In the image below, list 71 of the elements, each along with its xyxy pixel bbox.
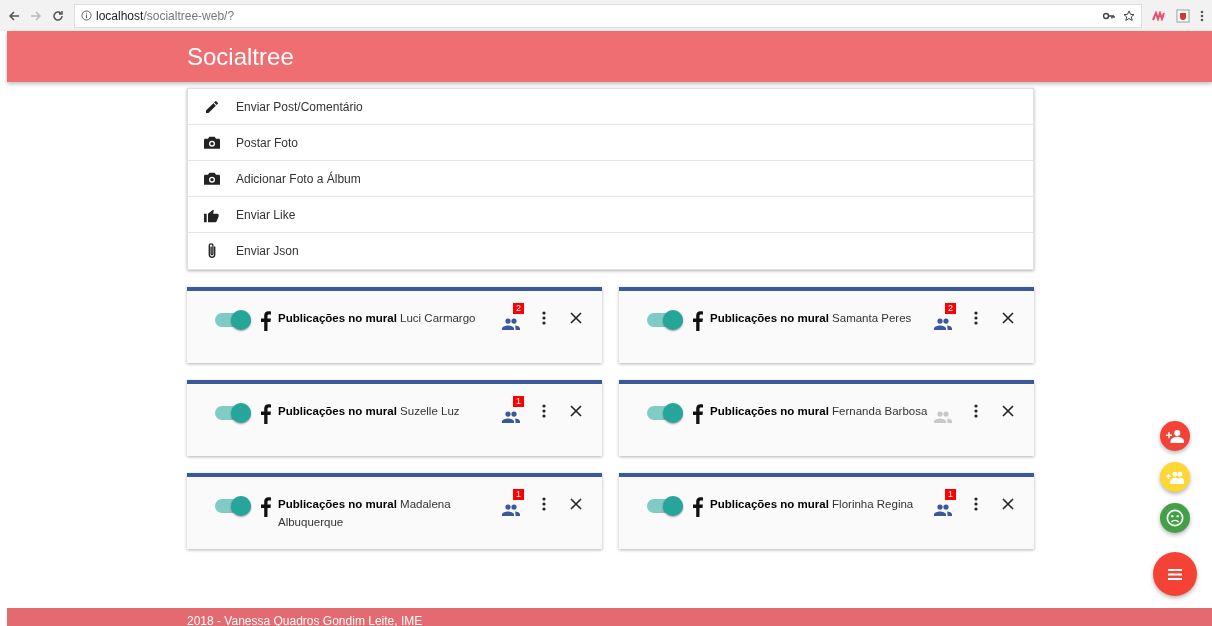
- facebook-icon: [261, 404, 271, 424]
- star-icon[interactable]: [1123, 9, 1135, 22]
- info-icon: [81, 10, 92, 21]
- address-bar[interactable]: localhost/socialtree-web/?: [74, 3, 1142, 28]
- facebook-icon: [261, 497, 271, 517]
- action-item[interactable]: Enviar Post/Comentário: [188, 89, 1033, 125]
- facebook-icon: [693, 497, 703, 517]
- action-item[interactable]: Postar Foto: [188, 125, 1033, 161]
- action-item[interactable]: Adicionar Foto a Álbum: [188, 161, 1033, 197]
- count-badge: 2: [945, 303, 956, 314]
- feed-title: Publicações no mural Fernanda Barbosa: [710, 404, 929, 419]
- close-icon[interactable]: [1002, 312, 1014, 324]
- sad-face-icon: [1166, 509, 1184, 527]
- action-label: Adicionar Foto a Álbum: [236, 170, 361, 188]
- close-icon[interactable]: [1002, 405, 1014, 417]
- close-icon[interactable]: [570, 405, 582, 417]
- more-icon[interactable]: [542, 497, 546, 511]
- toggle-switch[interactable]: [647, 406, 683, 420]
- more-icon[interactable]: [974, 311, 978, 325]
- menu-icon: [1168, 568, 1182, 580]
- toggle-switch[interactable]: [647, 313, 683, 327]
- action-item[interactable]: Enviar Like: [188, 197, 1033, 233]
- key-icon[interactable]: [1103, 11, 1115, 20]
- action-item[interactable]: Enviar Json: [188, 233, 1033, 269]
- people-icon[interactable]: [502, 503, 520, 516]
- people-icon[interactable]: [502, 317, 520, 330]
- paperclip-icon: [206, 242, 218, 260]
- more-icon[interactable]: [542, 404, 546, 418]
- feed-title: Publicações no mural Samanta Peres: [710, 311, 913, 326]
- action-button[interactable]: [1153, 552, 1197, 596]
- back-icon[interactable]: [8, 9, 20, 22]
- action-button[interactable]: [1160, 421, 1190, 451]
- count-badge: 1: [945, 489, 956, 500]
- close-icon[interactable]: [1002, 498, 1014, 510]
- close-icon[interactable]: [570, 312, 582, 324]
- feed-title: Publicações no mural Florinha Regina: [710, 497, 915, 512]
- facebook-icon: [261, 311, 271, 331]
- add-person-icon: [1166, 429, 1184, 443]
- reload-icon[interactable]: [52, 9, 64, 22]
- add-group-icon: [1166, 470, 1184, 484]
- people-icon[interactable]: [934, 503, 952, 516]
- more-icon[interactable]: [542, 311, 546, 325]
- action-label: Postar Foto: [236, 134, 299, 152]
- count-badge: 2: [513, 303, 524, 314]
- feed-title: Publicações no mural Luci Carmargo: [278, 311, 477, 326]
- toggle-switch[interactable]: [215, 313, 251, 327]
- extension-icon[interactable]: [1152, 10, 1166, 21]
- facebook-icon: [693, 404, 703, 424]
- app-title: Socialtree: [187, 43, 294, 70]
- people-icon[interactable]: [502, 410, 520, 423]
- action-button[interactable]: [1160, 503, 1190, 533]
- feed-title: Publicações no mural Madalena Albuquerque: [278, 497, 452, 530]
- close-icon[interactable]: [570, 498, 582, 510]
- toggle-switch[interactable]: [215, 406, 251, 420]
- action-label: Enviar Json: [236, 243, 299, 260]
- count-badge: 1: [513, 396, 524, 407]
- camera-icon: [204, 171, 220, 186]
- action-label: Enviar Like: [236, 206, 296, 224]
- action-label: Enviar Post/Comentário: [236, 98, 363, 116]
- pencil-icon: [204, 98, 220, 115]
- more-icon[interactable]: [974, 497, 978, 511]
- facebook-icon: [693, 311, 703, 331]
- more-icon[interactable]: [974, 404, 978, 418]
- camera-icon: [204, 135, 220, 150]
- menu-icon[interactable]: [1200, 9, 1204, 22]
- extension-icon[interactable]: [1176, 8, 1190, 23]
- people-icon[interactable]: [934, 317, 952, 330]
- feed-title: Publicações no mural Suzelle Luz: [278, 404, 461, 419]
- toggle-switch[interactable]: [647, 499, 683, 513]
- count-badge: 1: [513, 489, 524, 500]
- toggle-switch[interactable]: [215, 499, 251, 513]
